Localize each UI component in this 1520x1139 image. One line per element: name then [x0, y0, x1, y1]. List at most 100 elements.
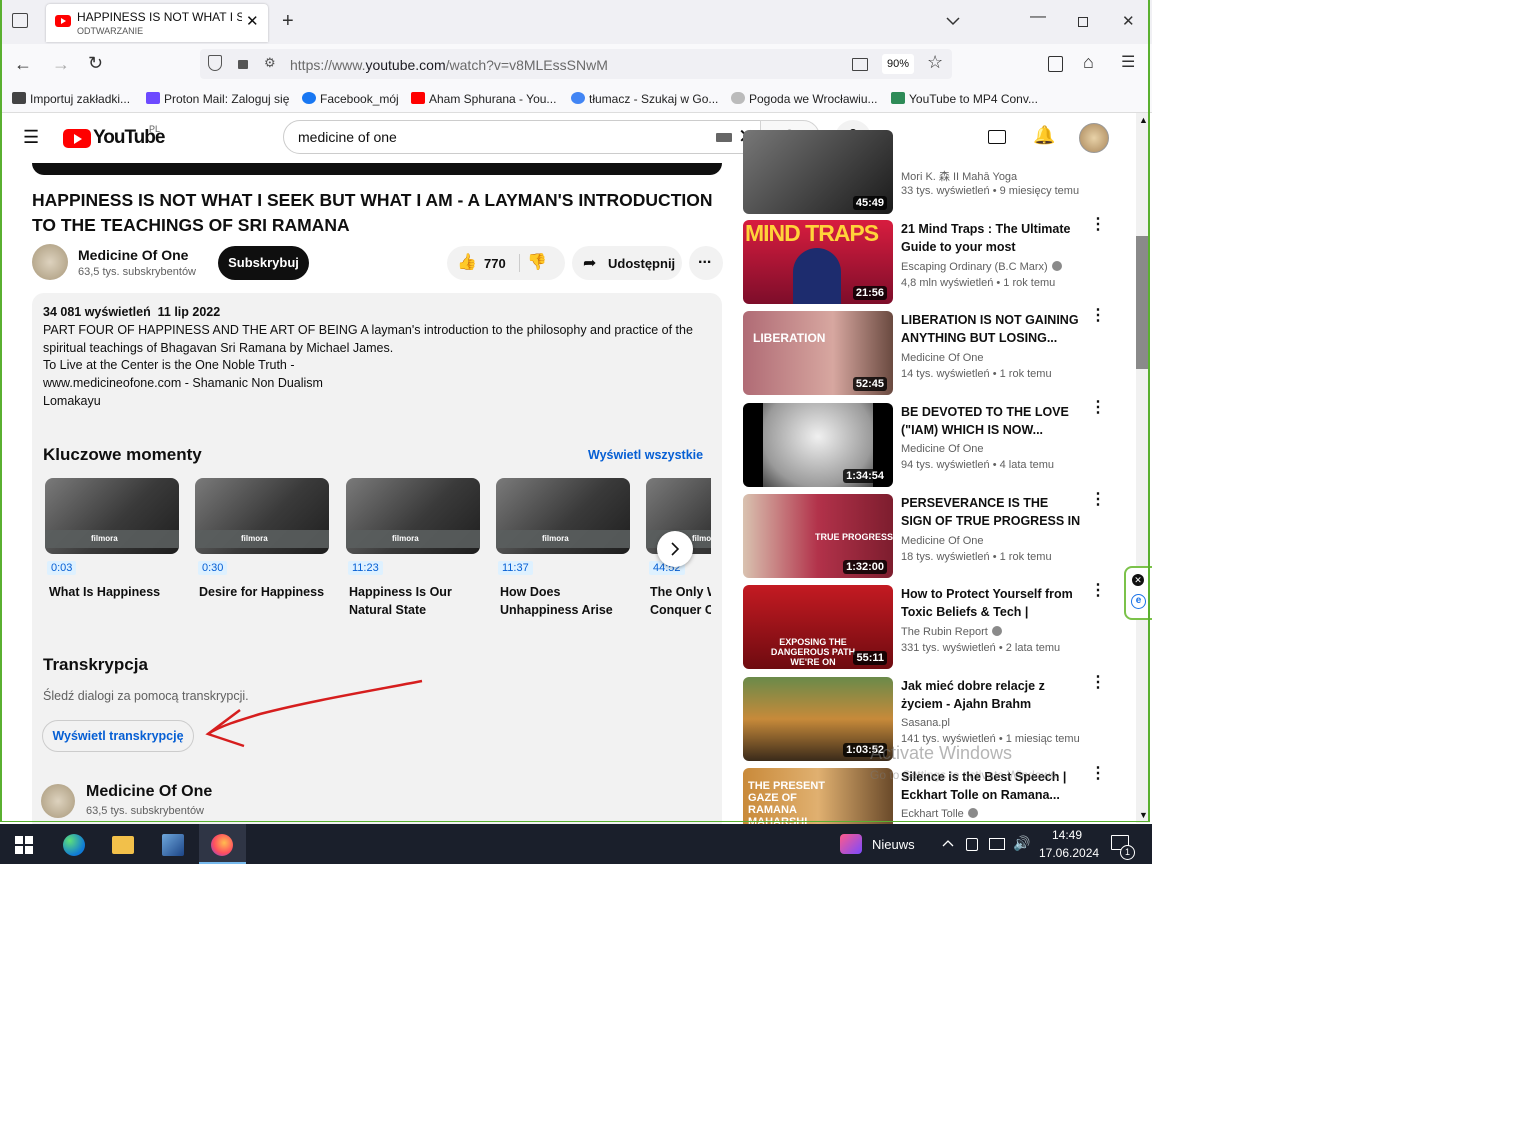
bookmark-item[interactable]: Facebook_mój [302, 92, 399, 106]
bookmark-item[interactable]: YouTube to MP4 Conv... [891, 92, 1038, 106]
key-moment-thumbnail[interactable]: filmora [195, 478, 329, 554]
show-all-moments-link[interactable]: Wyświetl wszystkie [588, 448, 703, 462]
shield-icon[interactable] [208, 55, 222, 71]
page-scrollbar[interactable]: ▲ ▼ [1136, 113, 1150, 823]
notifications-bell-icon[interactable]: 🔔 [1033, 125, 1055, 146]
key-moment-time[interactable]: 11:37 [498, 561, 533, 575]
key-moment-label[interactable]: Happiness Is Our Natural State [349, 583, 479, 619]
recommendation-channel[interactable]: Mori K. 森 II Mahā Yoga [901, 168, 1017, 184]
scrollbar-thumb[interactable] [1136, 236, 1150, 369]
recommendation-thumbnail[interactable]: EXPOSING THE DANGEROUS PATH WE'RE ON 55:… [743, 585, 893, 669]
key-moment-time[interactable]: 11:23 [348, 561, 383, 575]
key-moment-label[interactable]: What Is Happiness [49, 583, 179, 601]
volume-icon[interactable]: 🔊 [1013, 835, 1030, 852]
recommendation-channel[interactable]: Sasana.pl [901, 717, 950, 729]
bookmark-item[interactable]: tłumacz - Szukaj w Go... [571, 92, 718, 106]
recommendation-menu-icon[interactable]: ⋮ [1090, 766, 1106, 782]
bookmark-item[interactable]: Proton Mail: Zaloguj się [146, 92, 289, 106]
tab-list-icon[interactable] [12, 13, 28, 28]
clock-time[interactable]: 14:49 [1052, 828, 1082, 842]
recommendation-title[interactable]: Jak mieć dobre relacje z życiem - Ajahn … [901, 677, 1081, 713]
recommendation-menu-icon[interactable]: ⋮ [1090, 675, 1106, 691]
widget-extension-icon[interactable]: e [1131, 594, 1146, 609]
close-window-button[interactable]: ✕ [1122, 12, 1135, 30]
scroll-down-icon[interactable]: ▼ [1139, 810, 1148, 820]
recommendation-channel[interactable]: Medicine Of One [901, 352, 984, 364]
recommendation-title[interactable]: LIBERATION IS NOT GAINING ANYTHING BUT L… [901, 311, 1081, 347]
home-icon[interactable]: ⌂ [1083, 52, 1094, 73]
news-widget-icon[interactable] [840, 834, 862, 854]
reload-button[interactable]: ↻ [88, 53, 103, 74]
recommendation-channel[interactable]: Eckhart Tolle [901, 808, 978, 820]
recommendation-title[interactable]: PERSEVERANCE IS THE SIGN OF TRUE PROGRES… [901, 494, 1081, 530]
back-button[interactable]: ← [14, 54, 32, 75]
tab-close-icon[interactable]: ✕ [246, 12, 259, 30]
recommendation-title[interactable]: BE DEVOTED TO THE LOVE ("IAM) WHICH IS N… [901, 403, 1081, 439]
description-link[interactable]: www.medicineofone.com - Shamanic Non Dua… [43, 375, 713, 393]
widget-close-icon[interactable]: ✕ [1132, 574, 1144, 586]
permissions-icon[interactable]: ⚙ [264, 55, 276, 71]
video-player-bottom[interactable] [32, 163, 722, 175]
keyboard-icon[interactable] [716, 133, 732, 142]
file-explorer-icon[interactable] [112, 836, 134, 854]
recommendation-menu-icon[interactable]: ⋮ [1090, 492, 1106, 508]
network-icon[interactable] [989, 838, 1005, 850]
recommendation-title[interactable]: 21 Mind Traps : The Ultimate Guide to yo… [901, 220, 1081, 256]
menu-icon[interactable]: ☰ [1121, 52, 1135, 72]
minimize-button[interactable]: — [1030, 8, 1046, 26]
zoom-level[interactable]: 90% [882, 54, 914, 74]
key-moment-time[interactable]: 0:03 [47, 561, 77, 575]
tray-chevron-up-icon[interactable] [942, 839, 954, 847]
recommendation-channel[interactable]: Escaping Ordinary (B.C Marx) [901, 261, 1062, 273]
like-button[interactable]: 👍 770 [447, 246, 519, 280]
key-moment-thumbnail[interactable]: filmora [346, 478, 480, 554]
recommendation-channel[interactable]: Medicine Of One [901, 535, 984, 547]
recommendation-thumbnail[interactable]: 1:34:54 [743, 403, 893, 487]
start-windows-icon[interactable] [15, 836, 33, 854]
extensions-icon[interactable] [1048, 56, 1063, 72]
recommendation-menu-icon[interactable]: ⋮ [1090, 308, 1106, 324]
recommendation-thumbnail[interactable]: 45:49 [743, 130, 893, 214]
search-input-text[interactable]: medicine of one [298, 129, 397, 145]
bookmark-star-icon[interactable]: ☆ [927, 52, 943, 73]
network-app-icon[interactable] [162, 834, 184, 856]
dislike-button[interactable]: 👎 [527, 252, 547, 272]
scroll-up-icon[interactable]: ▲ [1139, 115, 1148, 125]
show-transcript-button[interactable]: Wyświetl transkrypcję [42, 720, 194, 752]
subscribe-button[interactable]: Subskrybuj [218, 246, 309, 280]
picture-in-picture-icon[interactable] [852, 58, 868, 71]
new-tab-button[interactable]: + [282, 10, 294, 33]
description-box[interactable]: 34 081 wyświetleń 11 lip 2022 PART FOUR … [32, 293, 722, 833]
create-video-icon[interactable] [988, 130, 1006, 144]
forward-button[interactable]: → [52, 54, 70, 75]
url-text[interactable]: https://www.youtube.com/watch?v=v8MLEssS… [290, 57, 608, 73]
lock-icon[interactable] [238, 60, 248, 69]
carousel-next-button[interactable] [657, 531, 693, 567]
recommendation-channel[interactable]: Medicine Of One [901, 443, 984, 455]
recommendation-menu-icon[interactable]: ⋮ [1090, 217, 1106, 233]
bookmark-item[interactable]: Importuj zakładki... [12, 92, 130, 106]
guide-menu-icon[interactable]: ☰ [23, 127, 39, 148]
recommendation-channel[interactable]: The Rubin Report [901, 626, 1002, 638]
share-button[interactable]: ➦ Udostępnij [572, 246, 682, 280]
tab-active[interactable]: HAPPINESS IS NOT WHAT I SEEK ODTWARZANIE… [46, 4, 268, 42]
key-moment-label[interactable]: How Does Unhappiness Arise [500, 583, 630, 619]
bookmark-item[interactable]: Pogoda we Wrocławiu... [731, 92, 878, 106]
channel-avatar[interactable] [32, 244, 68, 280]
account-avatar[interactable] [1079, 123, 1109, 153]
restore-button[interactable] [1078, 17, 1088, 27]
key-moment-label[interactable]: Desire for Happiness [199, 583, 329, 601]
tab-overflow-chevron-icon[interactable] [946, 16, 960, 26]
key-moment-thumbnail[interactable]: filmora [496, 478, 630, 554]
meet-icon[interactable] [966, 838, 978, 851]
recommendation-thumbnail[interactable]: MIND TRAPS 21:56 [743, 220, 893, 304]
channel-name[interactable]: Medicine Of One [78, 247, 188, 263]
edge-icon[interactable] [63, 834, 85, 856]
search-input[interactable]: medicine of one ✕ [283, 120, 761, 154]
footer-channel-avatar[interactable] [41, 784, 75, 818]
clock-date[interactable]: 17.06.2024 [1039, 846, 1099, 860]
recommendation-menu-icon[interactable]: ⋮ [1090, 400, 1106, 416]
url-bar[interactable]: ⚙ https://www.youtube.com/watch?v=v8MLEs… [200, 49, 952, 79]
key-moment-time[interactable]: 0:30 [198, 561, 228, 575]
key-moment-label[interactable]: The Only Way to Conquer Our [650, 583, 711, 619]
